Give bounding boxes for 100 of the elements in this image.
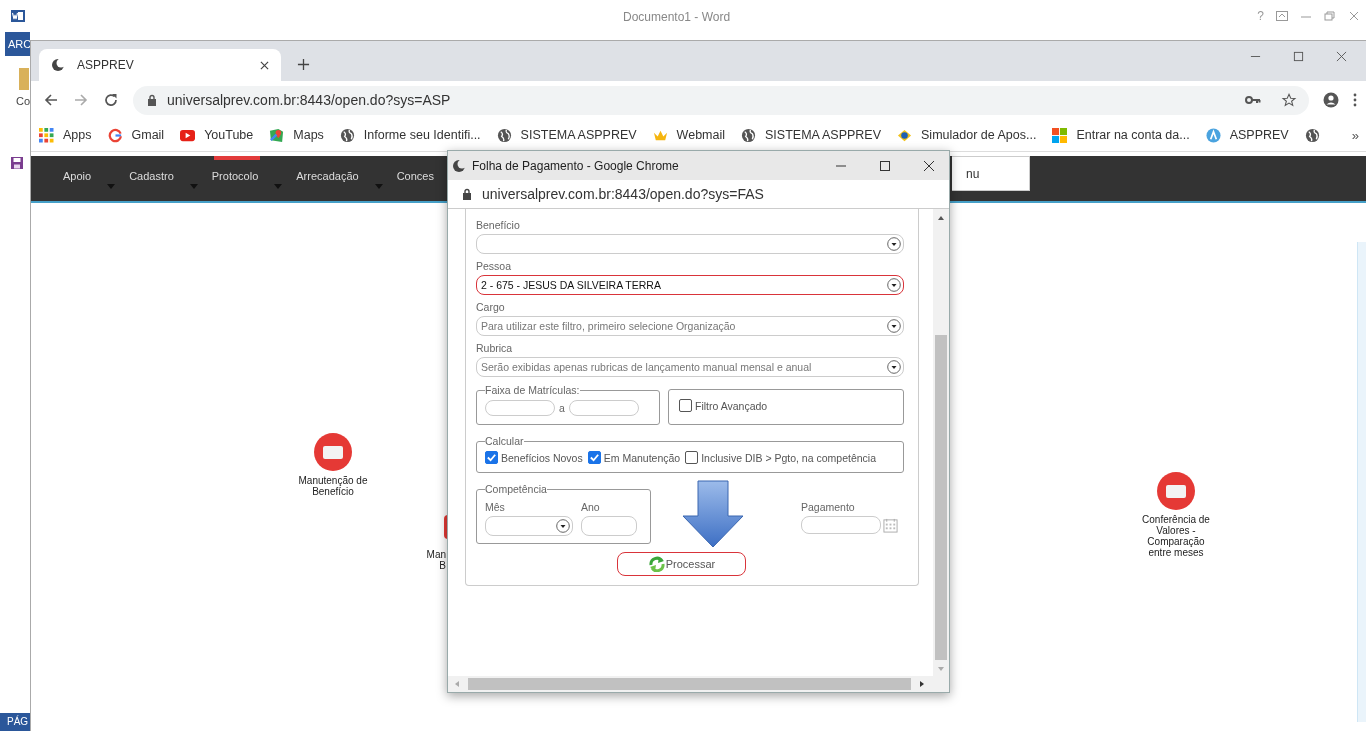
scrollbar-thumb[interactable] [935, 335, 947, 660]
dropdown-icon [556, 519, 570, 533]
save-icon[interactable] [11, 157, 23, 169]
ribbon-label: Co [16, 95, 31, 107]
maximize-icon[interactable] [1293, 51, 1304, 62]
bookmark[interactable] [1304, 127, 1320, 143]
process-button[interactable]: Processar [617, 552, 746, 576]
clipboard-icon[interactable] [19, 66, 29, 92]
form-icon[interactable] [1157, 472, 1195, 510]
select-field[interactable] [476, 234, 904, 254]
checkbox[interactable]: Benefícios Novos [485, 451, 583, 464]
bookmark[interactable]: Apps [39, 127, 92, 143]
more-bookmarks-button[interactable]: » [1351, 127, 1359, 143]
globe-icon [741, 127, 756, 143]
ribbon-display-icon[interactable] [1276, 11, 1288, 21]
checkbox[interactable]: Em Manutenção [587, 451, 681, 464]
browser-tab[interactable]: ASPPREV [39, 49, 281, 81]
input-field[interactable] [568, 400, 639, 416]
date-field[interactable] [801, 516, 881, 534]
bookmark[interactable]: YouTube [180, 127, 254, 143]
group-legend: Competência [485, 483, 547, 495]
profile-icon[interactable] [1323, 92, 1339, 108]
close-icon[interactable] [923, 159, 935, 172]
field-label: Benefício [476, 219, 521, 231]
new-tab-icon[interactable] [297, 58, 310, 71]
star-icon[interactable] [1281, 93, 1297, 107]
lock-icon [462, 188, 472, 200]
bookmark[interactable]: Webmail [652, 127, 725, 143]
four-squares-icon [1052, 127, 1068, 143]
close-icon[interactable] [260, 60, 269, 70]
dropdown-icon [887, 237, 901, 251]
address-text: universalprev.com.br:8443/open.do?sys=FAS [482, 186, 764, 202]
field-label: Pessoa [476, 260, 513, 272]
field-label: Cargo [476, 301, 506, 313]
bookmark[interactable]: Simulador de Apos... [897, 127, 1037, 143]
bookmark[interactable]: SISTEMA ASPPREV [741, 127, 882, 143]
menu-item[interactable]: Cadastro [129, 156, 184, 201]
word-icon [10, 8, 26, 24]
bookmark[interactable]: Gmail [107, 127, 165, 143]
triangle-logo-icon [1205, 127, 1221, 143]
select-field[interactable]: Para utilizar este filtro, primeiro selecione Organização [476, 316, 904, 336]
check-icon [486, 452, 497, 463]
maximize-icon[interactable] [879, 159, 891, 172]
bookmark[interactable]: Maps [269, 127, 324, 143]
node-label[interactable]: Man B [400, 549, 446, 571]
moon-icon [51, 58, 65, 72]
bookmark[interactable]: ASPPREV [1205, 127, 1289, 143]
field-label: Rubrica [476, 342, 514, 354]
scroll-right-icon[interactable] [919, 680, 925, 688]
forward-arrow-icon[interactable] [73, 92, 89, 108]
node-label[interactable]: Manutenção de Benefício [283, 475, 383, 497]
g-letter-icon [107, 127, 123, 143]
window-title: Documento1 - Word [623, 10, 731, 24]
dropdown-icon [887, 360, 901, 374]
form-icon[interactable] [314, 433, 352, 471]
input-field[interactable] [485, 400, 555, 416]
input-field[interactable] [581, 516, 637, 536]
scrollbar-thumb[interactable] [468, 678, 911, 690]
checkbox[interactable]: Filtro Avançado [679, 399, 768, 412]
menu-item[interactable]: Arrecadação [296, 156, 369, 201]
range-separator: a [559, 402, 565, 414]
menu-dropdown[interactable]: nu [952, 156, 1030, 191]
field-label: Pagamento [801, 501, 856, 513]
group-legend: Calcular [485, 435, 524, 447]
arrow-annotation [682, 480, 744, 548]
globe-icon [1304, 127, 1320, 143]
key-icon[interactable] [1245, 93, 1261, 107]
bookmark[interactable]: SISTEMA ASPPREV [496, 127, 637, 143]
caret-icon [274, 184, 283, 189]
dropdown-icon [887, 278, 901, 292]
globe-icon [496, 127, 512, 143]
ribbon-tab[interactable]: ARC [5, 32, 30, 56]
caret-icon [189, 184, 198, 189]
select-field[interactable] [485, 516, 573, 536]
check-icon [588, 452, 600, 463]
caret-icon [374, 184, 383, 189]
menu-item[interactable]: Apoio [63, 156, 102, 201]
bookmark[interactable]: Entrar na conta da... [1052, 127, 1190, 143]
checkbox[interactable]: Inclusive DIB > Pgto, na competência [685, 451, 876, 464]
diamond-icon [897, 127, 913, 143]
moon-icon [452, 158, 466, 173]
select-field[interactable]: 2 - 675 - JESUS DA SILVEIRA TERRA [476, 275, 904, 295]
address-bar[interactable]: universalprev.com.br:8443/open.do?sys=ASP [133, 85, 1309, 115]
caret-icon [107, 184, 116, 189]
bookmark[interactable]: Informe seu Identifi... [339, 127, 481, 143]
close-icon[interactable] [1336, 51, 1347, 62]
play-icon [180, 127, 196, 143]
scroll-up-icon[interactable] [937, 215, 945, 221]
apps-grid-icon [39, 127, 54, 143]
status-bar: PÁG [0, 713, 30, 731]
refresh-icon [647, 556, 666, 572]
node-label[interactable]: Conferência de Valores - Comparação entre meses [1126, 514, 1226, 558]
field-label: Ano [581, 501, 601, 513]
back-arrow-icon[interactable] [43, 92, 59, 108]
group-legend: Faixa de Matrículas: [485, 384, 580, 396]
map-pin-icon [269, 127, 285, 143]
select-field[interactable]: Serão exibidas apenas rubricas de lançamento manual mensal e anual [476, 357, 904, 377]
field-label: Mês [485, 501, 506, 513]
reload-icon[interactable] [103, 92, 119, 108]
menu-icon[interactable] [1353, 92, 1357, 108]
